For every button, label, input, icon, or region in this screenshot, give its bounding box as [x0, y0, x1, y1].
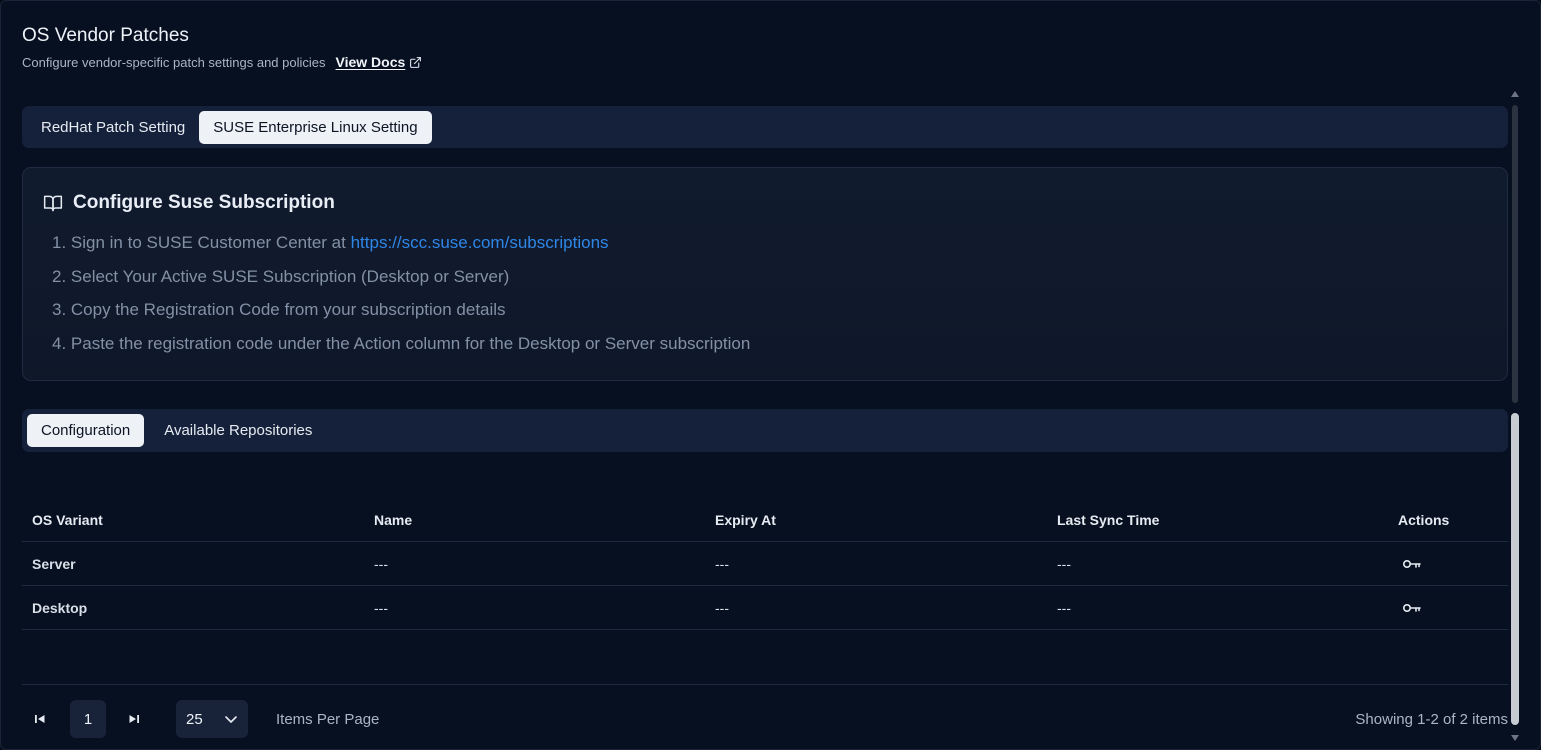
current-page-button[interactable]: 1: [70, 700, 106, 738]
table-row: Server --- --- ---: [22, 542, 1508, 586]
instruction-step-1: 1. Sign in to SUSE Customer Center at ht…: [52, 232, 750, 266]
scroll-thumb[interactable]: [1511, 413, 1519, 725]
key-icon[interactable]: [1402, 602, 1422, 614]
cell-expiry-at: ---: [715, 555, 729, 572]
cell-last-sync-time: ---: [1057, 555, 1071, 572]
vendor-tabs: RedHat Patch Setting SUSE Enterprise Lin…: [22, 106, 1508, 148]
items-per-page-value: 25: [186, 710, 203, 728]
column-header-actions: Actions: [1398, 511, 1450, 528]
footer-divider: [22, 684, 1508, 685]
column-header-name[interactable]: Name: [374, 512, 715, 528]
tab-available-repositories[interactable]: Available Repositories: [150, 414, 326, 447]
subscription-table: OS Variant Name Expiry At Last Sync Time…: [22, 498, 1508, 630]
chevron-down-icon: [225, 716, 237, 723]
step-1-text: 1. Sign in to SUSE Customer Center at: [52, 233, 351, 252]
subtitle-row: Configure vendor-specific patch settings…: [22, 54, 422, 70]
cell-name: ---: [374, 599, 388, 616]
column-header-expiry-at[interactable]: Expiry At: [715, 512, 1057, 528]
last-page-button[interactable]: [116, 700, 152, 738]
vertical-scrollbar[interactable]: [1510, 91, 1520, 741]
view-docs-label: View Docs: [335, 54, 406, 70]
instruction-step-2: 2. Select Your Active SUSE Subscription …: [52, 266, 510, 286]
key-icon[interactable]: [1402, 558, 1422, 570]
items-per-page-label: Items Per Page: [276, 710, 380, 728]
column-header-last-sync-time[interactable]: Last Sync Time: [1057, 512, 1398, 528]
app-frame: OS Vendor Patches Configure vendor-speci…: [0, 0, 1541, 750]
cell-actions: [1398, 558, 1518, 570]
cell-os-variant: Desktop: [32, 599, 88, 616]
table-row: Desktop --- --- ---: [22, 586, 1508, 630]
book-open-icon: [43, 195, 63, 212]
cell-last-sync-time: ---: [1057, 599, 1071, 616]
tab-suse-enterprise-linux-setting[interactable]: SUSE Enterprise Linux Setting: [199, 110, 432, 144]
tab-configuration[interactable]: Configuration: [27, 414, 145, 447]
showing-items-count: Showing 1-2 of 2 items: [1355, 710, 1508, 728]
scroll-track[interactable]: [1512, 105, 1518, 403]
page-subtitle: Configure vendor-specific patch settings…: [22, 54, 326, 70]
table-header: OS Variant Name Expiry At Last Sync Time…: [22, 498, 1508, 542]
external-link-icon: [410, 56, 422, 68]
pagination: 1 25 Items Per Page Showing 1-2 of 2 ite…: [22, 700, 1508, 738]
instruction-step-4: 4. Paste the registration code under the…: [52, 334, 751, 354]
tab-redhat-patch-setting[interactable]: RedHat Patch Setting: [27, 111, 199, 144]
cell-actions: [1398, 602, 1518, 614]
instruction-steps: 1. Sign in to SUSE Customer Center at ht…: [52, 232, 750, 367]
instruction-step-3: 3. Copy the Registration Code from your …: [52, 300, 506, 320]
scroll-up-arrow[interactable]: [1511, 91, 1519, 97]
first-page-icon: [35, 715, 45, 723]
cell-os-variant: Server: [32, 555, 76, 572]
cell-expiry-at: ---: [715, 599, 729, 616]
first-page-button[interactable]: [22, 700, 58, 738]
subscription-instructions-card: Configure Suse Subscription 1. Sign in t…: [22, 167, 1508, 381]
config-tabs: Configuration Available Repositories: [22, 409, 1508, 452]
suse-customer-center-link[interactable]: https://scc.suse.com/subscriptions: [351, 233, 609, 252]
card-header: Configure Suse Subscription: [43, 192, 335, 214]
view-docs-link[interactable]: View Docs: [336, 54, 423, 70]
cell-name: ---: [374, 555, 388, 572]
scroll-down-arrow[interactable]: [1511, 735, 1519, 741]
items-per-page-select[interactable]: 25: [176, 700, 248, 738]
card-title: Configure Suse Subscription: [73, 192, 335, 213]
column-header-os-variant[interactable]: OS Variant: [32, 512, 374, 528]
last-page-icon: [129, 715, 139, 723]
page-title: OS Vendor Patches: [22, 25, 189, 46]
